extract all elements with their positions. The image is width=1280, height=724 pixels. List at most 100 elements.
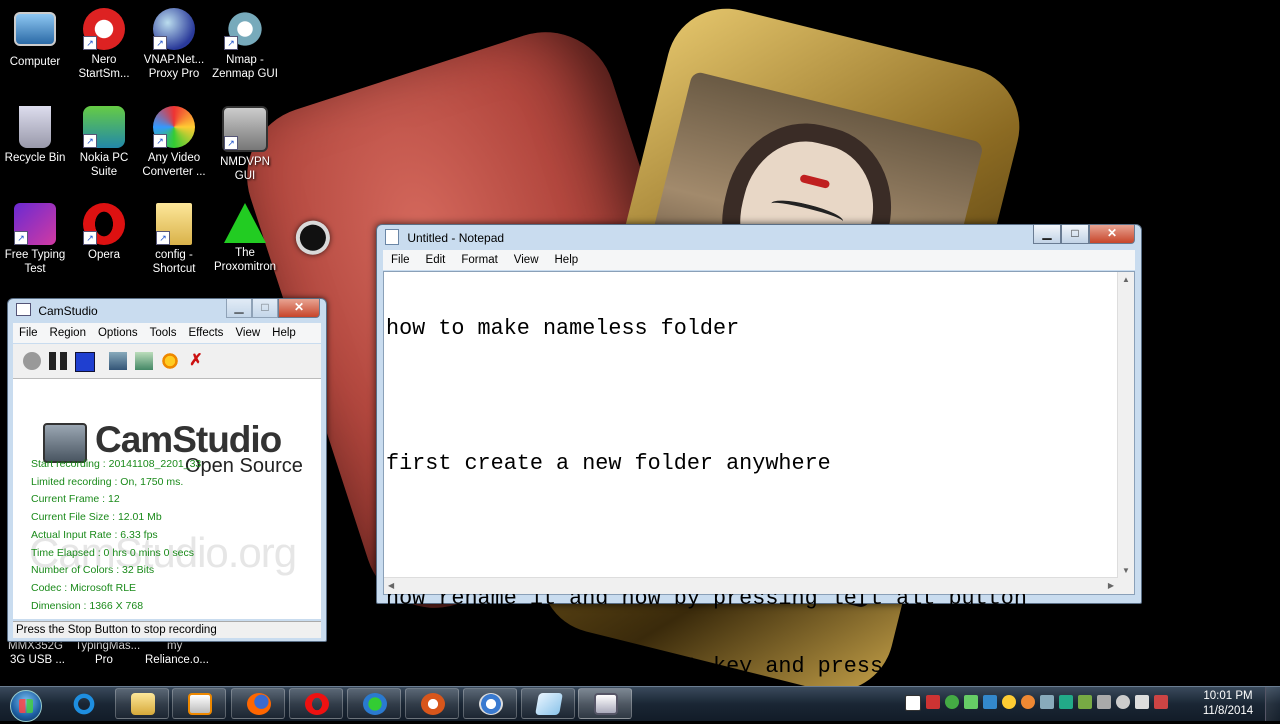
maximize-button[interactable]: □ [252,299,278,318]
info-file-size: Current File Size : 12.01 Mb [31,511,162,524]
opera-icon [305,693,329,715]
camstudio-window[interactable]: CamStudio ▁ □ ✕ File Region Options Tool… [7,298,327,642]
clock-date: 11/8/2014 [1202,705,1254,717]
minimize-button[interactable]: ▁ [226,299,252,318]
minimize-to-tray-icon[interactable]: ✗ [187,352,205,370]
menu-view[interactable]: View [229,323,266,343]
desktop-icon-vnap-proxy[interactable]: ↗ VNAP.Net... Proxy Pro [139,8,209,81]
scroll-left-icon[interactable]: ◀ [388,581,394,590]
taskbar-media-player[interactable] [172,688,226,719]
menu-help[interactable]: Help [266,323,302,343]
tray-volume-icon[interactable] [1135,695,1149,709]
desktop-icon-any-video-converter[interactable]: ↗ Any Video Converter ... [139,106,209,179]
proxomitron-icon [224,203,266,243]
tray-green-icon[interactable] [945,695,959,709]
desktop-icon-free-typing-test[interactable]: ↗ Free Typing Test [0,203,70,276]
computer-icon [14,12,56,46]
taskbar-camstudio-recorder[interactable] [463,688,517,719]
tray-blue-icon[interactable] [983,695,997,709]
taskbar-clock[interactable]: 10:01 PM 11/8/2014 [1196,689,1260,719]
shortcut-arrow-icon: ↗ [83,231,97,245]
tray-network-icon[interactable] [964,695,978,709]
menu-options[interactable]: Options [92,323,144,343]
desktop-icon-nmap[interactable]: ↗ Nmap - Zenmap GUI [210,8,280,81]
explorer-folder-icon [131,693,155,715]
desktop-icon-nmdvpn[interactable]: ↗ NMDVPN GUI [210,106,280,183]
tray-orange-icon[interactable] [1021,695,1035,709]
horizontal-scrollbar[interactable]: ◀ ▶ [384,577,1118,594]
tray-yellow-icon[interactable] [1002,695,1016,709]
tray-cloud-icon[interactable] [1040,695,1054,709]
menu-edit[interactable]: Edit [418,250,454,270]
text-line: how to make nameless folder [386,316,740,341]
desktop-icon-recycle-bin[interactable]: Recycle Bin [0,106,70,165]
notepad-menu-bar: File Edit Format View Help [383,250,1135,270]
taskbar-explorer[interactable] [115,688,169,719]
taskbar-mozilla-m[interactable] [405,688,459,719]
tray-red-icon[interactable] [926,695,940,709]
shortcut-arrow-icon: ↗ [14,231,28,245]
media-player-icon [188,693,212,715]
record-button-icon[interactable] [23,352,41,370]
taskbar-internet-explorer[interactable] [56,688,110,719]
resize-grip[interactable] [1118,578,1134,594]
tray-update-icon[interactable] [1078,695,1092,709]
nokia-icon: ↗ [83,106,125,148]
scroll-right-icon[interactable]: ▶ [1108,581,1114,590]
close-button[interactable]: ✕ [278,299,320,318]
menu-file[interactable]: File [383,250,418,270]
camstudio-status-bar: Press the Stop Button to stop recording [13,621,321,638]
tray-action-center-icon[interactable] [1154,695,1168,709]
settings-gear-icon[interactable] [161,352,179,370]
desktop-icon-nokia-pc-suite[interactable]: ↗ Nokia PC Suite [69,106,139,179]
pause-button-icon[interactable] [49,352,67,370]
maximize-button[interactable]: □ [1061,225,1089,244]
desktop-icon-opera[interactable]: ↗ Opera [69,203,139,262]
desktop-icon-computer[interactable]: Computer [0,8,70,69]
minimize-button[interactable]: ▁ [1033,225,1061,244]
taskbar-opera[interactable] [289,688,343,719]
camstudio-preview-area: CamStudio Open Source CamStudio.org Star… [13,379,321,619]
menu-format[interactable]: Format [453,250,505,270]
notepad-title-bar[interactable]: Untitled - Notepad [385,228,504,248]
tray-flag-icon[interactable] [1116,695,1130,709]
show-desktop-button[interactable] [1265,687,1280,721]
menu-help[interactable]: Help [547,250,587,270]
vertical-scrollbar[interactable]: ▲ ▼ [1117,272,1134,578]
firefox-icon [247,693,271,715]
stop-button-icon[interactable] [75,352,95,372]
menu-tools[interactable]: Tools [144,323,183,343]
menu-effects[interactable]: Effects [182,323,229,343]
desktop-icon-nero[interactable]: ↗ Nero StartSm... [69,8,139,81]
taskbar-download-manager[interactable] [347,688,401,719]
close-button[interactable]: ✕ [1089,225,1135,244]
camstudio-title-bar[interactable]: CamStudio [16,301,98,321]
notepad-window[interactable]: Untitled - Notepad ▁ □ ✕ File Edit Forma… [376,224,1142,677]
taskbar-notepad[interactable] [521,688,575,719]
notepad-text-area[interactable]: how to make nameless folder first create… [383,271,1135,677]
tray-window-icon[interactable] [905,695,921,711]
taskbar-camstudio[interactable] [578,688,632,719]
menu-file[interactable]: File [13,323,44,343]
taskbar-firefox[interactable] [231,688,285,719]
eye-icon: ↗ [224,8,266,50]
start-button[interactable] [4,688,48,722]
tray-shield-icon[interactable] [1059,695,1073,709]
notepad-title: Untitled - Notepad [407,231,505,245]
menu-region[interactable]: Region [44,323,92,343]
region-icon[interactable] [109,352,127,370]
clock-time: 10:01 PM [1203,690,1253,702]
desktop-icon-config-shortcut[interactable]: ↗ config - Shortcut [139,203,209,276]
camstudio-menu-bar: File Region Options Tools Effects View H… [13,323,321,343]
download-manager-icon [363,693,387,715]
camstudio-icon [594,693,618,715]
scroll-up-icon[interactable]: ▲ [1118,275,1134,284]
annotation-icon[interactable] [135,352,153,370]
desktop-icon-proxomitron[interactable]: The Proxomitron [210,203,280,274]
menu-view[interactable]: View [506,250,547,270]
scroll-down-icon[interactable]: ▼ [1118,566,1134,575]
info-limited-recording: Limited recording : On, 1750 ms. [31,475,184,488]
notepad-text[interactable]: how to make nameless folder first create… [386,272,1116,677]
info-codec: Codec : Microsoft RLE [31,581,137,594]
tray-usb-icon[interactable] [1097,695,1111,709]
